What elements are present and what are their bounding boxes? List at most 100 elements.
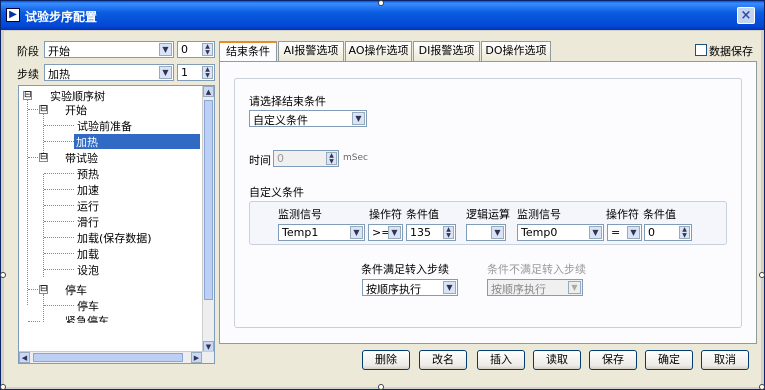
operator-1-select[interactable]: >= ▼ — [368, 224, 403, 241]
collapse-icon[interactable]: ⊟ — [39, 285, 48, 294]
true-step-label: 条件满足转入步续 — [361, 263, 449, 276]
chevron-down-icon[interactable]: ▼ — [352, 112, 365, 125]
scroll-thumb[interactable] — [33, 353, 183, 362]
custom-condition-box: 监测信号 操作符 条件值 逻辑运算 监测信号 操作符 条件值 Temp1 ▼ >… — [249, 201, 727, 245]
scroll-thumb[interactable] — [204, 100, 213, 300]
operator-2-select[interactable]: = ▼ — [607, 224, 642, 241]
signal-1-value: Temp1 — [282, 226, 319, 239]
tree-item[interactable]: 停车 — [77, 298, 99, 313]
resize-handle[interactable] — [378, 384, 384, 390]
chevron-down-icon[interactable]: ▼ — [491, 226, 504, 239]
save-data-label: 数据保存 — [709, 45, 753, 58]
dialog-body: 阶段 开始 ▼ 0 ▲ ▼ 步续 加热 ▼ 1 ▲ ▼ ⊟ 实验顺序树 ⊟ 开始… — [4, 31, 761, 387]
scroll-up-icon[interactable]: ▲ — [203, 86, 214, 97]
tree-item[interactable]: 加速 — [77, 182, 99, 197]
step-select[interactable]: 加热 ▼ — [44, 64, 174, 81]
tree-item[interactable]: 加载 — [77, 246, 99, 261]
collapse-icon[interactable]: ⊟ — [39, 153, 48, 162]
chevron-down-icon[interactable]: ▼ — [589, 226, 602, 239]
logic-select[interactable]: ▼ — [466, 224, 506, 241]
step-value: 加热 — [48, 68, 70, 81]
chevron-down-icon[interactable]: ▼ — [159, 43, 172, 56]
tree-item[interactable]: 停车 — [65, 282, 87, 297]
header-signal-2: 监测信号 — [517, 208, 561, 221]
signal-2-select[interactable]: Temp0 ▼ — [517, 224, 604, 241]
chevron-down-icon[interactable]: ▼ — [350, 226, 363, 239]
rename-button[interactable]: 改名 — [419, 350, 467, 370]
sequence-tree[interactable]: ⊟ 实验顺序树 ⊟ 开始 试验前准备 加热 ⊟ 带试验 预热 加速 运行 滑行 … — [18, 85, 215, 364]
resize-handle[interactable] — [0, 272, 6, 278]
save-data-checkbox[interactable] — [695, 44, 707, 56]
value-2: 0 — [648, 226, 655, 239]
stage-label: 阶段 — [17, 45, 39, 58]
tree-horizontal-scrollbar[interactable]: ◀ ▶ — [19, 351, 214, 363]
custom-condition-label: 自定义条件 — [249, 186, 304, 199]
signal-2-value: Temp0 — [521, 226, 558, 239]
spin-arrows-icon[interactable]: ▲ ▼ — [202, 66, 213, 79]
tab-di-alarm[interactable]: DI报警选项 — [413, 41, 480, 61]
tree-item[interactable]: 开始 — [65, 102, 87, 117]
stage-index-stepper[interactable]: 0 ▲ ▼ — [177, 41, 215, 58]
tab-ao-operation[interactable]: AO操作选项 — [345, 41, 412, 61]
end-condition-value: 自定义条件 — [253, 114, 308, 127]
insert-button[interactable]: 插入 — [477, 350, 525, 370]
end-condition-select[interactable]: 自定义条件 ▼ — [249, 110, 367, 127]
tab-ai-alarm[interactable]: AI报警选项 — [278, 41, 344, 61]
tree-item[interactable]: 带试验 — [65, 150, 98, 165]
time-input[interactable]: 0 ▲ ▼ — [273, 150, 339, 167]
spin-arrows-icon[interactable]: ▲ ▼ — [443, 226, 454, 239]
collapse-icon[interactable]: ⊟ — [39, 105, 48, 114]
cancel-button[interactable]: 取消 — [701, 350, 749, 370]
scroll-right-icon[interactable]: ▶ — [191, 352, 202, 363]
chevron-down-icon[interactable]: ▼ — [568, 281, 581, 294]
load-button[interactable]: 读取 — [533, 350, 581, 370]
signal-1-select[interactable]: Temp1 ▼ — [278, 224, 365, 241]
spin-arrows-icon[interactable]: ▲ ▼ — [326, 152, 337, 165]
tree-item-selected[interactable]: 加热 — [74, 134, 200, 149]
tree-item[interactable]: 预热 — [77, 166, 99, 181]
tree-item[interactable]: 设泡 — [77, 262, 99, 277]
chevron-down-icon[interactable]: ▼ — [627, 226, 640, 239]
chevron-down-icon[interactable]: ▼ — [159, 66, 172, 79]
true-step-select[interactable]: 按顺序执行 ▼ — [362, 279, 458, 296]
resize-handle[interactable] — [378, 0, 384, 6]
app-icon: ▶ — [6, 8, 20, 22]
header-operator-2: 操作符 — [606, 208, 639, 221]
chevron-down-icon[interactable]: ▼ — [388, 226, 401, 239]
resize-handle[interactable] — [759, 272, 765, 278]
dialog-window: ▶ 试验步序配置 × 阶段 开始 ▼ 0 ▲▼ 步续 加热 ▼ 1 ▲▼ ⊟ — [0, 0, 765, 390]
tree-item[interactable]: 运行 — [77, 198, 99, 213]
tree-vertical-scrollbar[interactable]: ▲ ▼ — [202, 86, 214, 352]
tree-item[interactable]: 加载(保存数据) — [77, 230, 152, 245]
time-label: 时间 — [249, 154, 271, 167]
step-index-stepper[interactable]: 1 ▲ ▼ — [177, 64, 215, 81]
resize-handle[interactable] — [759, 384, 765, 390]
chevron-down-icon[interactable]: ▼ — [443, 281, 456, 294]
tab-end-condition[interactable]: 结束条件 — [219, 41, 277, 63]
spin-arrows-icon[interactable]: ▲ ▼ — [202, 43, 213, 56]
resize-handle[interactable] — [0, 384, 6, 390]
value-2-stepper[interactable]: 0 ▲ ▼ — [644, 224, 692, 241]
tree-item[interactable]: 紧急停车 — [65, 313, 109, 323]
ok-button[interactable]: 确定 — [645, 350, 693, 370]
tree-item[interactable]: 滑行 — [77, 214, 99, 229]
spin-arrows-icon[interactable]: ▲ ▼ — [679, 226, 690, 239]
tab-do-operation[interactable]: DO操作选项 — [481, 41, 551, 61]
stage-select[interactable]: 开始 ▼ — [44, 41, 174, 58]
scroll-left-icon[interactable]: ◀ — [19, 352, 30, 363]
collapse-icon[interactable]: ⊟ — [23, 91, 32, 100]
delete-button[interactable]: 删除 — [362, 350, 410, 370]
stage-index-value: 0 — [181, 43, 188, 56]
tab-panel: 请选择结束条件 自定义条件 ▼ 时间 0 ▲ ▼ mSec 自定义条件 监测信号 … — [219, 61, 757, 344]
end-condition-group: 请选择结束条件 自定义条件 ▼ 时间 0 ▲ ▼ mSec 自定义条件 监测信号 … — [234, 78, 742, 328]
false-step-label: 条件不满足转入步续 — [487, 263, 586, 276]
stage-value: 开始 — [48, 45, 70, 58]
close-button[interactable]: × — [737, 7, 755, 24]
false-step-select[interactable]: 按顺序执行 ▼ — [487, 279, 583, 296]
value-1-stepper[interactable]: 135 ▲ ▼ — [406, 224, 456, 241]
header-operator-1: 操作符 — [369, 208, 402, 221]
tree-item[interactable]: 试验前准备 — [77, 118, 132, 133]
header-logic: 逻辑运算 — [466, 208, 510, 221]
tree-item[interactable]: 实验顺序树 — [50, 88, 105, 103]
save-button[interactable]: 保存 — [589, 350, 637, 370]
